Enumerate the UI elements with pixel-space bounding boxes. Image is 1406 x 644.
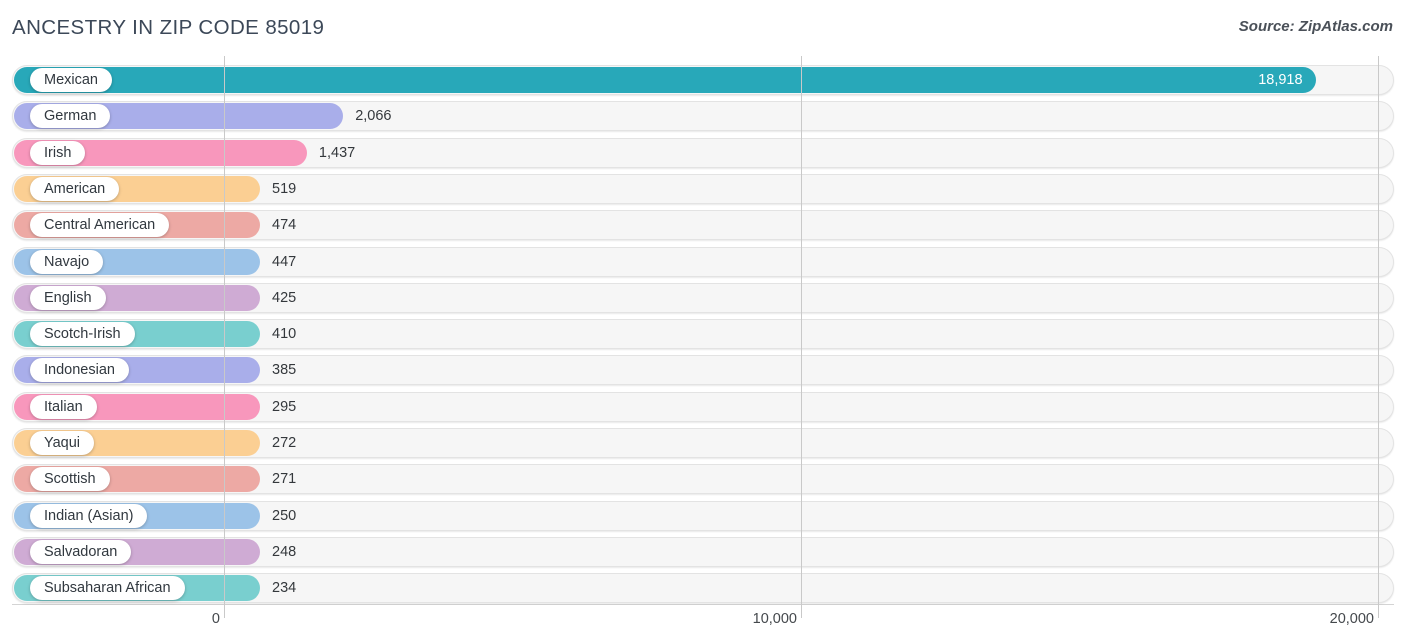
chart-header: ANCESTRY IN ZIP CODE 85019 Source: ZipAt… <box>0 0 1406 56</box>
bar-category-label: Scottish <box>30 467 110 492</box>
bar-row[interactable]: Subsaharan African 234 <box>12 573 1394 604</box>
bar-value-label: 271 <box>272 471 297 488</box>
bar-row[interactable]: Yaqui 272 <box>12 428 1394 458</box>
bar-value-label: 272 <box>272 435 297 451</box>
bar-category-label: Mexican <box>30 68 112 92</box>
bar-row[interactable]: 18,918 Mexican <box>12 65 1394 95</box>
x-axis: 0 10,000 20,000 <box>0 604 1406 644</box>
bar-value-label: 295 <box>272 398 297 415</box>
bar-row[interactable]: Italian 295 <box>12 391 1394 422</box>
bar-category-label: Indonesian <box>30 358 129 383</box>
bar-category-label: English <box>30 285 106 310</box>
bar-category-label: Subsaharan African <box>30 576 185 601</box>
bar-row[interactable]: English 425 <box>12 282 1394 313</box>
bar[interactable]: 18,918 <box>14 67 1316 93</box>
bar-value-label: 447 <box>272 253 297 270</box>
page-title: ANCESTRY IN ZIP CODE 85019 <box>12 16 325 39</box>
x-axis-tick-label: 0 <box>211 611 220 627</box>
bar-category-label: German <box>30 104 111 129</box>
bar-row[interactable]: German 2,066 <box>12 101 1394 132</box>
source-attribution: Source: ZipAtlas.com <box>1238 18 1393 35</box>
x-axis-tick-label: 20,000 <box>1329 611 1374 627</box>
bar-category-label: Indian (Asian) <box>30 503 148 528</box>
bar-value-label: 385 <box>272 362 297 379</box>
bar-value-label: 519 <box>272 180 297 197</box>
bar-row[interactable]: Indonesian 385 <box>12 355 1394 386</box>
bar-row[interactable]: Salvadoran 248 <box>12 536 1394 567</box>
bar-row[interactable]: Navajo 447 <box>12 246 1394 277</box>
bar-row[interactable]: Irish 1,437 <box>12 137 1394 168</box>
bar-row[interactable]: Indian (Asian) 250 <box>12 500 1394 531</box>
bar-category-label: Central American <box>30 213 170 238</box>
x-axis-tick-label: 10,000 <box>752 611 797 627</box>
bar-category-label: Yaqui <box>30 431 95 455</box>
bar-category-label: Salvadoran <box>30 539 132 564</box>
bar-value-label: 410 <box>272 326 297 343</box>
bar-value-label: 248 <box>272 543 297 560</box>
bar-value-label: 2,066 <box>355 108 392 125</box>
bar-value-label: 1,437 <box>318 144 356 161</box>
bar-row[interactable]: Scottish 271 <box>12 464 1394 495</box>
axis-line <box>12 604 1394 605</box>
bar-row[interactable]: Scotch-Irish 410 <box>12 319 1394 350</box>
bar-category-label: Italian <box>30 394 97 419</box>
bar-value-label: 474 <box>272 217 297 234</box>
bar-category-label: Irish <box>30 140 86 165</box>
bar-value-label: 234 <box>272 580 297 597</box>
bar-category-label: American <box>30 176 120 201</box>
bar-row[interactable]: American 519 <box>12 173 1394 204</box>
chart-plot-area: 18,918 Mexican German 2,066 Irish 1,437 Americ… <box>0 56 1406 618</box>
bar-row[interactable]: Central American 474 <box>12 210 1394 241</box>
bar-value-label: 250 <box>272 507 297 524</box>
bar-value-label: 425 <box>272 289 297 306</box>
bar-value-label: 18,918 <box>1258 72 1303 88</box>
bar-category-label: Navajo <box>30 249 104 274</box>
bar-category-label: Scotch-Irish <box>30 322 135 347</box>
